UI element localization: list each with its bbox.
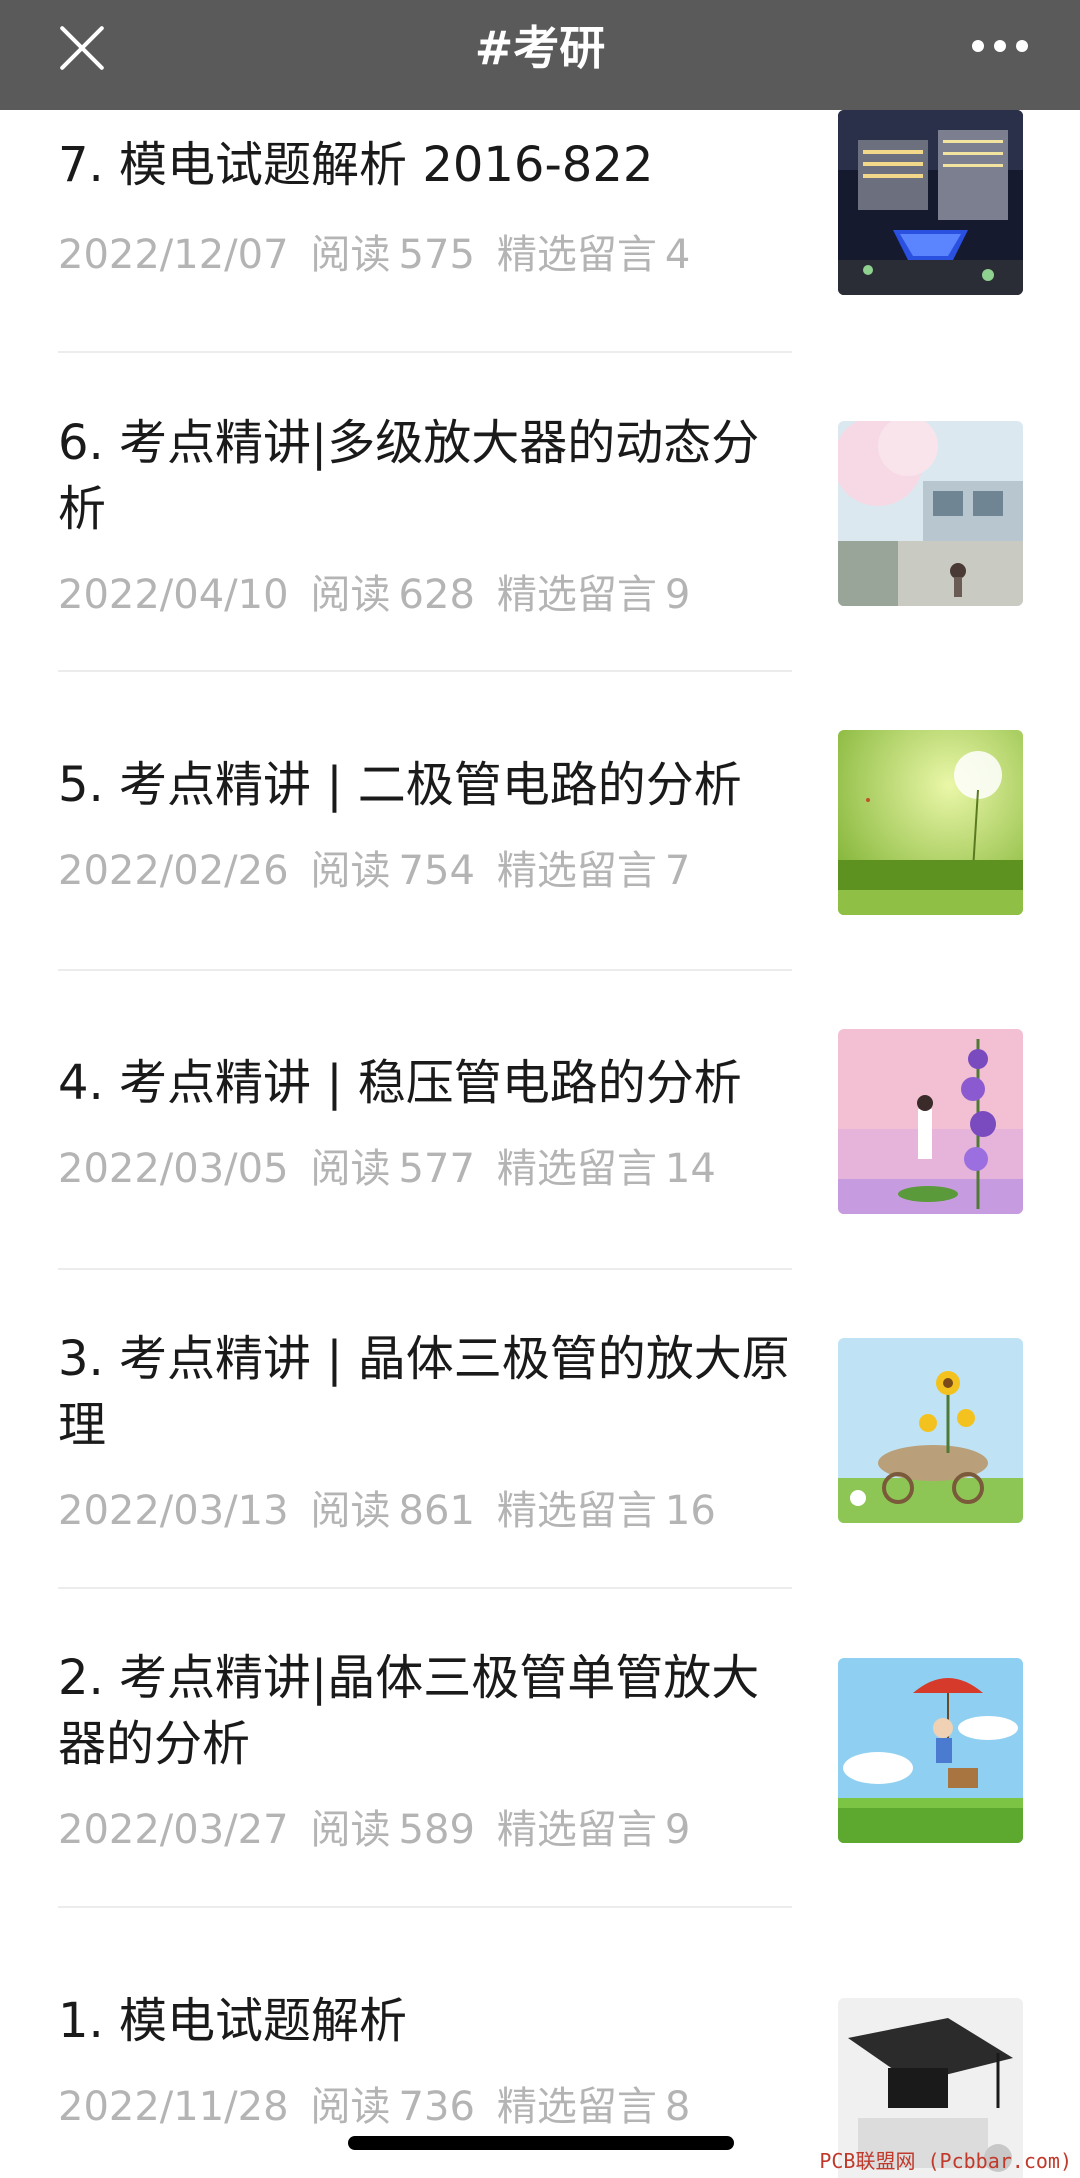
- read-label: 阅读: [310, 572, 391, 618]
- article-title[interactable]: 1. 模电试题解析: [58, 1988, 798, 2054]
- article-title[interactable]: 7. 模电试题解析 2016-822: [58, 132, 798, 198]
- divider: [58, 1906, 792, 1908]
- divider: [58, 670, 792, 672]
- article-title[interactable]: 5. 考点精讲 | 二极管电路的分析: [58, 752, 798, 818]
- divider: [58, 351, 792, 353]
- comments-label: 精选留言: [496, 848, 657, 894]
- article-date: 2022/03/13: [58, 1488, 289, 1534]
- read-label: 阅读: [310, 232, 391, 278]
- article-meta: 2022/11/28 阅读 736 精选留言 8: [58, 2074, 712, 2132]
- comments-count: 7: [664, 848, 691, 894]
- read-count: 589: [398, 1807, 475, 1853]
- article-meta: 2022/03/27 阅读 589 精选留言 9: [58, 1797, 712, 1855]
- article-date: 2022/04/10: [58, 572, 289, 618]
- article-date: 2022/11/28: [58, 2084, 289, 2130]
- article-title[interactable]: 6. 考点精讲|多级放大器的动态分析: [58, 410, 798, 542]
- divider: [58, 969, 792, 971]
- article-meta: 2022/03/13 阅读 861 精选留言 16: [58, 1478, 738, 1536]
- article-date: 2022/03/27: [58, 1807, 289, 1853]
- comments-count: 14: [664, 1146, 716, 1192]
- page-title: #考研: [474, 21, 606, 75]
- article-thumbnail[interactable]: [838, 110, 1023, 295]
- read-label: 阅读: [310, 2084, 391, 2130]
- article-title[interactable]: 2. 考点精讲|晶体三极管单管放大器的分析: [58, 1645, 798, 1777]
- comments-count: 9: [664, 572, 691, 618]
- read-label: 阅读: [310, 848, 391, 894]
- divider: [58, 1587, 792, 1589]
- article-date: 2022/02/26: [58, 848, 289, 894]
- article-meta: 2022/02/26 阅读 754 精选留言 7: [58, 838, 712, 896]
- comments-label: 精选留言: [496, 232, 657, 278]
- comments-label: 精选留言: [496, 1807, 657, 1853]
- read-label: 阅读: [310, 1807, 391, 1853]
- more-icon[interactable]: [972, 34, 1030, 58]
- article-meta: 2022/04/10 阅读 628 精选留言 9: [58, 562, 712, 620]
- article-meta: 2022/12/07 阅读 575 精选留言 4: [58, 222, 712, 280]
- more-dot: [972, 40, 984, 52]
- divider: [58, 1268, 792, 1270]
- comments-label: 精选留言: [496, 1488, 657, 1534]
- comments-count: 16: [664, 1488, 716, 1534]
- comments-label: 精选留言: [496, 1146, 657, 1192]
- comments-count: 8: [664, 2084, 691, 2130]
- read-count: 861: [398, 1488, 475, 1534]
- read-label: 阅读: [310, 1488, 391, 1534]
- top-nav-bar: #考研: [0, 0, 1080, 110]
- read-count: 628: [398, 572, 475, 618]
- comments-label: 精选留言: [496, 2084, 657, 2130]
- article-title[interactable]: 3. 考点精讲 | 晶体三极管的放大原理: [58, 1326, 798, 1458]
- more-dot: [994, 40, 1006, 52]
- read-label: 阅读: [310, 1146, 391, 1192]
- article-thumbnail[interactable]: [838, 1338, 1023, 1523]
- article-thumbnail[interactable]: [838, 730, 1023, 915]
- home-indicator[interactable]: [348, 2136, 734, 2150]
- article-thumbnail[interactable]: [838, 421, 1023, 606]
- article-date: 2022/03/05: [58, 1146, 289, 1192]
- article-title[interactable]: 4. 考点精讲 | 稳压管电路的分析: [58, 1050, 798, 1116]
- comments-label: 精选留言: [496, 572, 657, 618]
- article-thumbnail[interactable]: [838, 1029, 1023, 1214]
- article-date: 2022/12/07: [58, 232, 289, 278]
- article-meta: 2022/03/05 阅读 577 精选留言 14: [58, 1136, 738, 1194]
- read-count: 577: [398, 1146, 475, 1192]
- read-count: 575: [398, 232, 475, 278]
- read-count: 736: [398, 2084, 475, 2130]
- read-count: 754: [398, 848, 475, 894]
- more-dot: [1016, 40, 1028, 52]
- watermark: PCB联盟网 (Pcbbar.com): [819, 2149, 1072, 2173]
- article-thumbnail[interactable]: [838, 1658, 1023, 1843]
- comments-count: 9: [664, 1807, 691, 1853]
- page: 7. 模电试题解析 2016-822 2022/12/07 阅读 575 精选留言 4: [0, 0, 1080, 2178]
- comments-count: 4: [664, 232, 691, 278]
